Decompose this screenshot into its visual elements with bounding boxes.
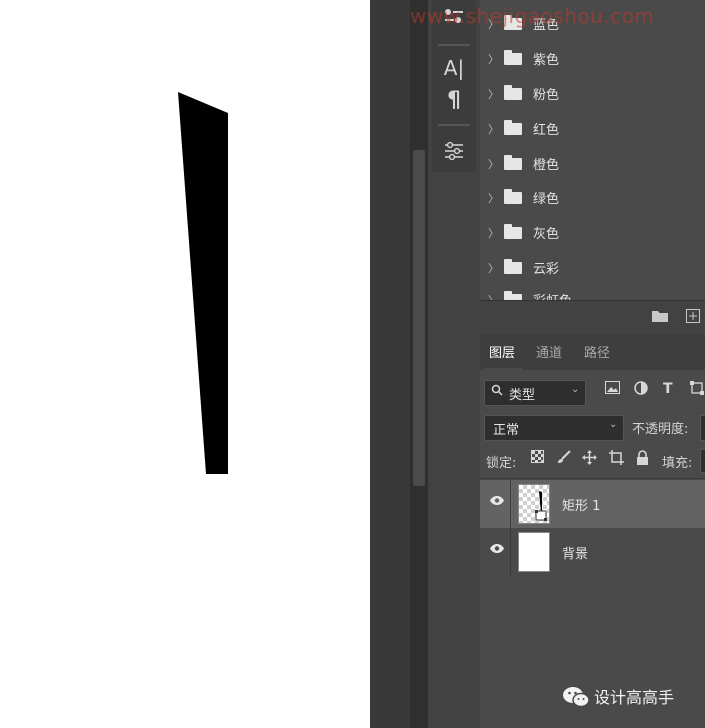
swatch-group[interactable]: 〉 粉色 [480,76,705,110]
chevron-right-icon[interactable]: 〉 [488,190,499,206]
swatch-group-label: 粉色 [533,88,560,103]
opacity-field[interactable] [700,415,705,441]
toolbar-divider [438,124,470,126]
layers-tab-bar: 图层 通道 路径 [480,334,705,370]
search-icon [491,384,503,399]
layer-filter-select[interactable]: 类型 ⌄ [484,380,586,406]
canvas-gutter [370,0,410,728]
chevron-right-icon[interactable]: 〉 [488,86,499,102]
tab-channels[interactable]: 通道 [536,342,562,361]
swatch-group-label: 橙色 [533,158,560,173]
chevron-right-icon[interactable]: 〉 [488,292,499,300]
tab-paths[interactable]: 路径 [584,342,610,361]
wechat-account-watermark: 设计高高手 [562,684,674,708]
swatch-group[interactable]: 〉 红色 [480,111,705,145]
swatches-footer [480,300,705,335]
swatch-group-label: 绿色 [533,192,560,207]
swatch-group-label: 彩虹色 [533,290,572,300]
adjustments-sliders-icon[interactable] [432,140,476,166]
filter-kind-label: 类型 [509,388,536,403]
swatch-group[interactable]: 〉 橙色 [480,146,705,180]
folder-icon [504,155,522,170]
tab-layers[interactable]: 图层 [489,342,515,361]
black-slanted-rectangle-shape [178,92,228,474]
toolbar-divider [438,44,470,46]
layer-thumbnail[interactable] [518,484,550,524]
layer-name[interactable]: 背景 [562,543,588,562]
lock-artboard-crop-icon[interactable] [609,450,624,469]
folder-icon [504,50,522,65]
chevron-right-icon[interactable]: 〉 [488,260,499,276]
panel-divider [480,478,705,479]
fill-label: 填充: [662,456,693,471]
opacity-label: 不透明度: [632,422,689,437]
folder-icon [504,189,522,204]
swatch-group-label: 云彩 [533,262,560,277]
chevron-right-icon[interactable]: 〉 [488,51,499,67]
new-swatch-icon[interactable] [686,309,700,327]
wechat-icon [563,687,590,708]
swatch-group[interactable]: 〉 云彩 [480,250,705,284]
lock-position-move-icon[interactable] [582,450,597,469]
lock-image-pixels-brush-icon[interactable] [557,450,571,468]
visibility-eye-icon[interactable] [489,495,505,510]
visibility-eye-icon[interactable] [489,543,505,558]
scrollbar-thumb[interactable] [413,150,425,486]
chevron-right-icon[interactable]: 〉 [488,156,499,172]
swatch-group[interactable]: 〉 紫色 [480,41,705,75]
image-filter-icon[interactable] [605,381,620,398]
shape-filter-icon[interactable] [690,381,704,399]
lock-transparent-pixels-icon[interactable] [531,450,544,467]
folder-icon [504,259,522,274]
wechat-account-name: 设计高高手 [594,688,675,707]
type-filter-icon[interactable]: T [663,381,673,397]
swatches-panel: 〉 蓝色 〉 紫色 〉 粉色 〉 红色 〉 橙色 〉 绿色 〉 灰色 〉 云彩 … [480,0,705,300]
column-divider [510,480,511,528]
lock-all-padlock-icon[interactable] [636,450,649,469]
blend-mode-value: 正常 [493,423,520,438]
swatch-group[interactable]: 〉 灰色 [480,215,705,249]
adjustment-filter-icon[interactable] [634,381,648,399]
fill-field[interactable] [700,449,705,473]
chevron-down-icon: ⌄ [609,419,618,430]
folder-icon [504,85,522,100]
swatch-group-label: 红色 [533,123,560,138]
swatch-group[interactable]: 〉 彩虹色 [480,282,705,300]
artwork [178,92,228,474]
layer-thumbnail[interactable] [518,532,550,572]
new-group-folder-icon[interactable] [652,309,668,326]
document-canvas[interactable] [0,0,370,728]
column-divider [510,528,511,576]
site-watermark: www.shejigaoshou.com [410,4,655,28]
layer-name[interactable]: 矩形 1 [562,495,600,514]
swatch-group[interactable]: 〉 绿色 [480,180,705,214]
swatch-group-label: 灰色 [533,227,560,242]
lock-label: 锁定: [486,456,517,471]
folder-icon [504,224,522,239]
character-icon[interactable]: A| [432,56,476,80]
layer-row-shape[interactable]: 矩形 1 [480,480,705,528]
active-tab-indicator [484,368,522,370]
layer-row-background[interactable]: 背景 [480,528,705,576]
chevron-right-icon[interactable]: 〉 [488,225,499,241]
paragraph-icon[interactable]: ¶ [432,88,476,113]
blend-mode-select[interactable]: 正常 ⌄ [484,415,624,441]
folder-icon [504,120,522,135]
chevron-right-icon[interactable]: 〉 [488,121,499,137]
chevron-down-icon: ⌄ [571,384,580,395]
swatch-group-label: 紫色 [533,53,560,68]
